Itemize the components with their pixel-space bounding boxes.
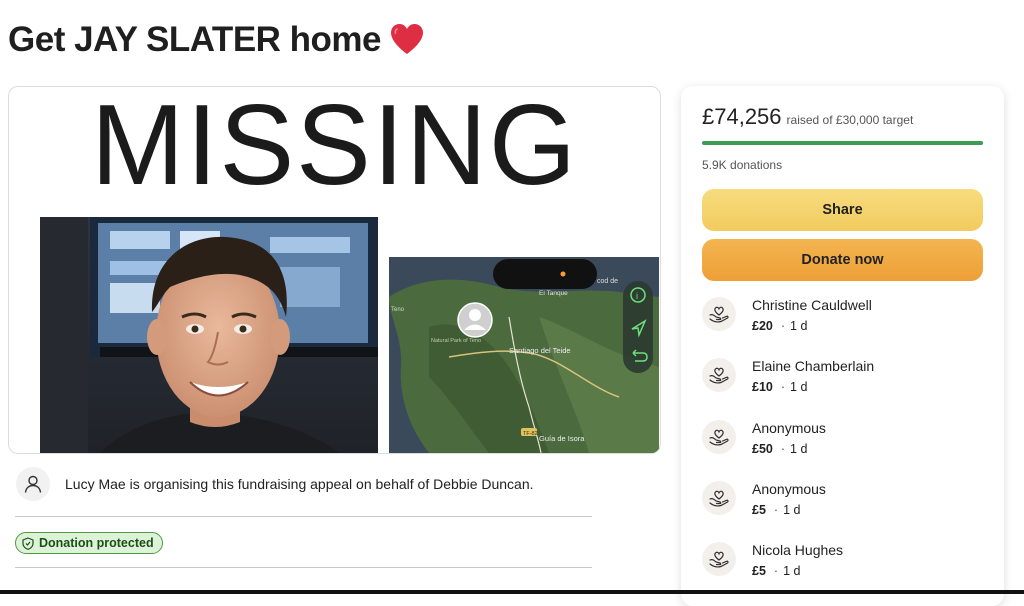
donor-name: Elaine Chamberlain — [752, 358, 875, 374]
donation-info: Christine Cauldwell £20 · 1 d — [752, 297, 872, 333]
raised-summary: £74,256 raised of £30,000 target — [702, 104, 913, 130]
svg-text:i: i — [636, 291, 638, 301]
donation-info: Anonymous £5 · 1 d — [752, 481, 826, 517]
heart-hands-icon — [702, 420, 736, 454]
donation-sidebar: £74,256 raised of £30,000 target 5.9K do… — [681, 86, 1004, 606]
separator-dot: · — [773, 503, 779, 517]
donation-amount: £5 — [752, 564, 766, 578]
map-label-santiago: Santiago del Teide — [509, 346, 571, 355]
separator-dot: · — [780, 380, 786, 394]
raised-target: raised of £30,000 target — [786, 113, 914, 127]
donor-name: Anonymous — [752, 420, 826, 436]
donate-now-button[interactable]: Donate now — [702, 239, 983, 281]
donation-item: Nicola Hughes £5 · 1 d — [702, 542, 843, 578]
donation-count: 5.9K donations — [702, 158, 783, 172]
donation-amount: £5 — [752, 503, 766, 517]
donor-name: Nicola Hughes — [752, 542, 844, 558]
heart-hands-icon — [702, 481, 736, 515]
page-title: Get JAY SLATER home — [8, 20, 425, 60]
donation-item: Christine Cauldwell £20 · 1 d — [702, 297, 872, 333]
heart-icon — [391, 24, 424, 54]
progress-bar — [702, 141, 983, 145]
donation-item: Anonymous £5 · 1 d — [702, 481, 826, 517]
donation-item: Anonymous £50 · 1 d — [702, 420, 826, 456]
separator-dot: · — [780, 319, 786, 333]
share-button[interactable]: Share — [702, 189, 983, 231]
donation-amount: £10 — [752, 380, 773, 394]
map-road-label: TF-82 — [523, 431, 538, 437]
donation-meta: £5 · 1 d — [752, 564, 843, 578]
progress-fill — [702, 141, 983, 145]
donation-info: Anonymous £50 · 1 d — [752, 420, 826, 456]
missing-banner-text: MISSING — [91, 86, 578, 209]
donation-protected-badge[interactable]: Donation protected — [15, 532, 163, 554]
location-map: El Tanque cod de Teno Natural Park of Te… — [389, 257, 659, 453]
donation-amount: £50 — [752, 442, 773, 456]
heart-hands-icon — [702, 297, 736, 331]
map-label-cod: cod de — [597, 278, 618, 285]
donation-time: 1 d — [790, 380, 808, 394]
donation-time: 1 d — [783, 503, 801, 517]
campaign-image[interactable]: MISSING El Tanque cod de Teno Natural Pa… — [8, 86, 661, 454]
organiser-row: Lucy Mae is organising this fundraising … — [16, 467, 534, 501]
window-bottom-edge — [0, 590, 1024, 594]
heart-hands-icon — [702, 542, 736, 576]
map-label-guia: Guía de Isora — [539, 434, 585, 443]
donor-name: Anonymous — [752, 481, 826, 497]
organiser-text: Lucy Mae is organising this fundraising … — [65, 476, 534, 492]
map-label-el-tanque: El Tanque — [539, 290, 568, 297]
donation-protected-label: Donation protected — [39, 536, 154, 550]
donation-meta: £10 · 1 d — [752, 380, 874, 394]
separator-dot: · — [773, 564, 779, 578]
shield-icon — [22, 536, 34, 550]
separator-dot: · — [780, 442, 786, 456]
divider — [15, 567, 592, 568]
donation-meta: £50 · 1 d — [752, 442, 826, 456]
donation-meta: £5 · 1 d — [752, 503, 826, 517]
donation-time: 1 d — [783, 564, 801, 578]
donation-time: 1 d — [790, 442, 808, 456]
divider — [15, 516, 592, 517]
donation-info: Elaine Chamberlain £10 · 1 d — [752, 358, 874, 394]
donor-name: Christine Cauldwell — [752, 297, 872, 313]
user-icon — [16, 467, 50, 501]
donation-meta: £20 · 1 d — [752, 319, 872, 333]
heart-hands-icon — [702, 358, 736, 392]
donation-time: 1 d — [790, 319, 808, 333]
page-title-text: Get JAY SLATER home — [8, 20, 382, 59]
donation-info: Nicola Hughes £5 · 1 d — [752, 542, 843, 578]
map-label-teno-park: Natural Park of Teno — [431, 338, 481, 344]
map-label-teno: Teno — [391, 307, 405, 313]
donation-amount: £20 — [752, 319, 773, 333]
donation-item: Elaine Chamberlain £10 · 1 d — [702, 358, 874, 394]
raised-amount: £74,256 — [702, 104, 782, 129]
missing-person-photo — [40, 217, 378, 453]
